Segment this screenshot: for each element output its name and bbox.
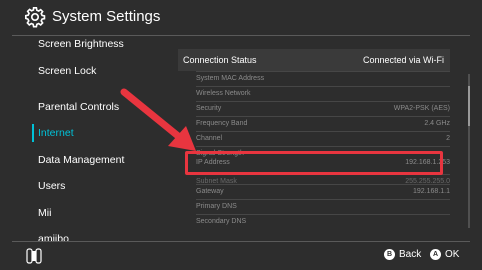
- info-row: Primary DNS: [196, 199, 450, 215]
- sidebar-item-parental-controls[interactable]: Parental Controls: [38, 101, 119, 113]
- row-value: WPA2-PSK (AES): [393, 105, 450, 112]
- connection-status-row[interactable]: Connection Status Connected via Wi-Fi: [178, 49, 450, 71]
- back-label: Back: [399, 249, 422, 261]
- top-bar: System Settings: [0, 0, 482, 35]
- scrollbar-thumb[interactable]: [468, 86, 470, 126]
- gear-icon: [25, 7, 46, 28]
- info-row: Channel 2: [196, 131, 450, 147]
- connection-status-label: Connection Status: [183, 55, 257, 65]
- sidebar-item-users[interactable]: Users: [38, 180, 65, 192]
- sidebar-item-screen-lock[interactable]: Screen Lock: [38, 65, 96, 77]
- sidebar: Screen Brightness Screen Lock Parental C…: [0, 36, 170, 242]
- page-title: System Settings: [52, 8, 161, 25]
- row-key: Security: [196, 105, 222, 112]
- row-value: 192.168.1.1: [413, 188, 450, 195]
- info-row: Wireless Network: [196, 86, 450, 102]
- ok-button[interactable]: A OK: [430, 249, 459, 260]
- ok-label: OK: [445, 249, 460, 261]
- a-button-icon: A: [430, 249, 441, 260]
- b-button-icon: B: [384, 249, 395, 260]
- sidebar-item-data-management[interactable]: Data Management: [38, 154, 124, 166]
- row-key: Frequency Band: [196, 120, 248, 127]
- connection-status-value: Connected via Wi-Fi: [362, 55, 444, 65]
- row-key: Primary DNS: [196, 203, 237, 210]
- row-key: Secondary DNS: [196, 218, 247, 225]
- row-value: 2: [446, 135, 450, 142]
- info-row: System MAC Address: [196, 71, 450, 87]
- controller-icon: [26, 248, 42, 264]
- info-row: Gateway 192.168.1.1: [196, 184, 450, 200]
- row-key: Wireless Network: [196, 90, 251, 97]
- row-key: System MAC Address: [196, 75, 265, 82]
- row-value: 2.4 GHz: [424, 120, 450, 127]
- sidebar-item-internet[interactable]: Internet: [38, 127, 74, 139]
- info-row: Security WPA2-PSK (AES): [196, 101, 450, 117]
- sidebar-item-mii[interactable]: Mii: [38, 207, 51, 219]
- row-key: Channel: [196, 135, 223, 142]
- info-row: Secondary DNS: [196, 214, 450, 230]
- info-row: Frequency Band 2.4 GHz: [196, 116, 450, 132]
- row-key: Gateway: [196, 188, 224, 195]
- selection-indicator: [32, 124, 34, 142]
- highlight-box: [185, 151, 443, 175]
- sidebar-item-screen-brightness[interactable]: Screen Brightness: [38, 38, 124, 50]
- back-button[interactable]: B Back: [384, 249, 421, 260]
- connection-panel: Connection Status Connected via Wi-Fi Sy…: [170, 36, 470, 242]
